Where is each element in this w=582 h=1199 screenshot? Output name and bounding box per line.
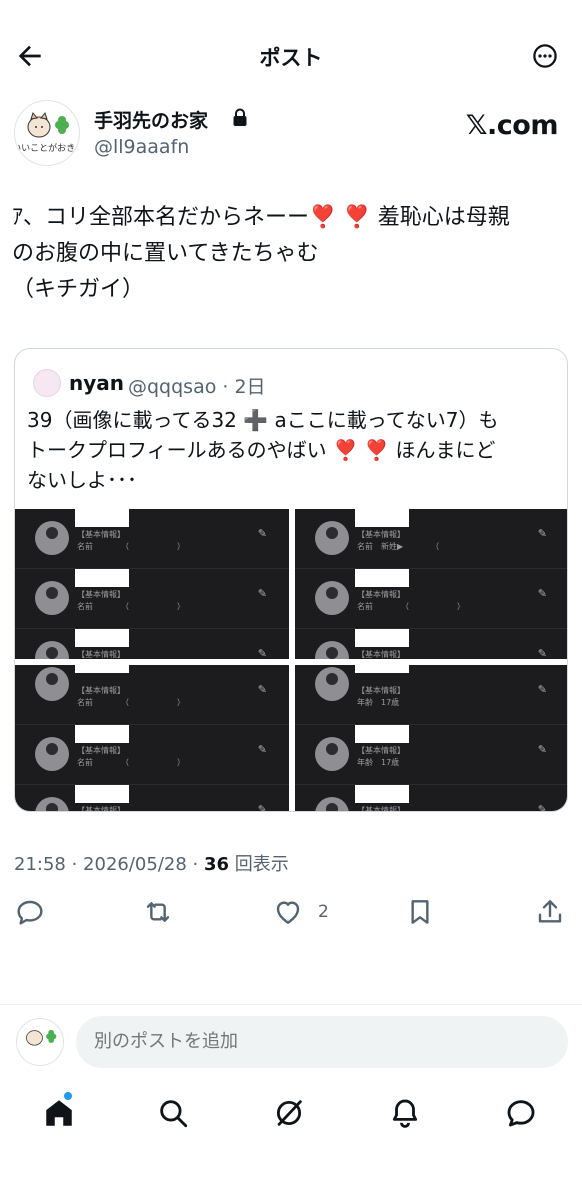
- author-avatar[interactable]: いいことがおきる: [14, 100, 80, 166]
- media-image-3[interactable]: 【基本情報】 名前 （ ） ✎ 【基本情報】 名前 （ ） ✎ 【基本情報】 ✎: [15, 665, 289, 811]
- grok-icon[interactable]: [272, 1096, 306, 1130]
- more-options-icon[interactable]: [530, 41, 560, 71]
- share-icon[interactable]: [534, 896, 566, 928]
- media-image-1[interactable]: 【基本情報】 名前 （ ） ✎ 【基本情報】 名前 （ ） ✎ 【基本情報】 ✎: [15, 509, 289, 659]
- my-avatar[interactable]: [16, 1018, 64, 1066]
- quote-avatar: [33, 369, 61, 397]
- media-image-4[interactable]: 【基本情報】 年齢 17歳 ✎ 【基本情報】 年齢 17歳 ✎ 【基本情報】 ✎: [295, 665, 567, 811]
- reply-bar: [0, 1016, 582, 1072]
- home-icon[interactable]: [42, 1096, 76, 1130]
- top-bar: ポスト: [0, 28, 582, 84]
- cat-clover-illustration: いいことがおきる: [15, 111, 80, 154]
- quote-author-name: nyan: [69, 371, 125, 395]
- quote-text: 39（画像に載ってる32 ➕ aここに載ってない7）も トークプロフィールあるの…: [27, 408, 499, 492]
- avatar-caption: いいことがおきる: [15, 142, 80, 154]
- cat-clover-illustration: [26, 1029, 57, 1046]
- like-count: 2: [318, 902, 329, 922]
- x-com-badge: 𝕏.com: [465, 110, 559, 141]
- notification-dot: [64, 1092, 72, 1100]
- bookmark-icon[interactable]: [404, 896, 436, 928]
- reply-icon[interactable]: [14, 896, 46, 928]
- page-title: ポスト: [259, 46, 323, 70]
- post-author: いいことがおきる 手羽先のお家 @ll9aaafn 𝕏.com: [14, 100, 568, 166]
- post-timestamp: 21:58 · 2026/05/28 · 36 回表示: [14, 850, 289, 876]
- author-name[interactable]: 手羽先のお家: [94, 106, 208, 133]
- quoted-post[interactable]: nyan @qqqsao · 2日 39（画像に載ってる32 ➕ aここに載って…: [14, 348, 568, 812]
- quote-meta: @qqqsao · 2日: [128, 376, 266, 398]
- lock-icon: [233, 108, 247, 126]
- divider: [0, 1004, 582, 1005]
- post-time: 21:58 · 2026/05/28 ·: [14, 854, 204, 875]
- messages-icon[interactable]: [504, 1096, 538, 1130]
- repost-icon[interactable]: [142, 896, 174, 928]
- bottom-tab-bar: [0, 1090, 582, 1140]
- search-icon[interactable]: [156, 1096, 190, 1130]
- author-handle[interactable]: @ll9aaafn: [94, 136, 189, 158]
- notifications-bell-icon[interactable]: [388, 1096, 422, 1130]
- views-count: 36: [203, 854, 230, 875]
- quote-media-grid[interactable]: 【基本情報】 名前 （ ） ✎ 【基本情報】 名前 （ ） ✎ 【基本情報】 ✎ 【基本情…: [15, 509, 567, 811]
- reply-input[interactable]: [76, 1016, 568, 1068]
- like-icon[interactable]: [272, 896, 304, 928]
- views-label: 回表示: [229, 854, 289, 875]
- post-actions: 2: [0, 890, 582, 936]
- media-image-2[interactable]: 【基本情報】 名前 新姓▶ （✎ 【基本情報】 名前 （ ） ✎ 【基本情報】 ✎: [295, 509, 567, 659]
- post-text: ｱ、コリ全部本名だからネーー❣️ ❣️ 羞恥心は母親 のお腹の中に置いてきたちゃ…: [12, 205, 510, 302]
